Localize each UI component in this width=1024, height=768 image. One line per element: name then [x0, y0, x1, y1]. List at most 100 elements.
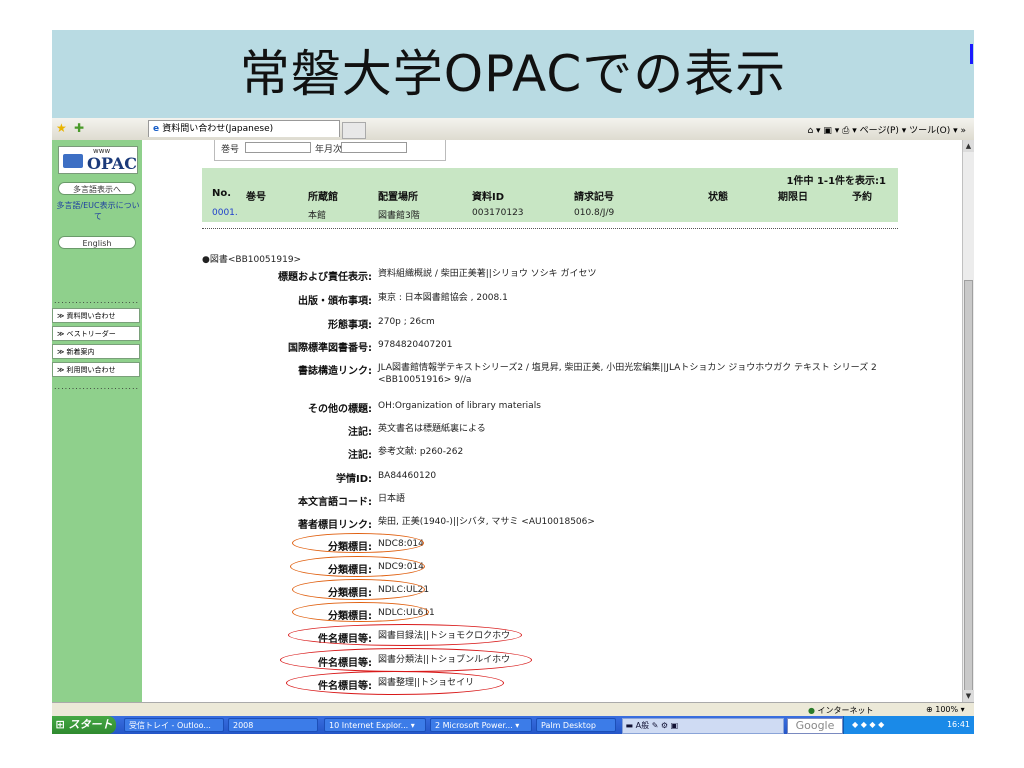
- home-icon[interactable]: ⌂: [807, 126, 813, 136]
- page-scrollbar[interactable]: ▲ ▼: [962, 140, 974, 720]
- annotation-oval-ndc9: [290, 556, 425, 577]
- bib-field-link[interactable]: JLA図書館情報学テキストシリーズ2 / 塩見昇, 柴田正美, 小田光宏編集||…: [378, 362, 878, 386]
- zoom-label[interactable]: 100%: [935, 705, 958, 714]
- feeds-icon[interactable]: ▣: [823, 126, 832, 136]
- volume-input[interactable]: [245, 142, 311, 153]
- print-icon[interactable]: ⎙: [842, 126, 849, 136]
- bib-field-link[interactable]: NDLC:UL21: [378, 584, 878, 596]
- result-count: 1件中 1-1件を表示:1: [786, 176, 886, 187]
- bib-field-row: 形態事項: 270p ; 26cm: [202, 316, 902, 336]
- bib-field-row: 国際標準図書番号: 9784820407201: [202, 339, 902, 359]
- slide-accent-mark: [970, 44, 973, 64]
- bib-field-row: その他の標題: OH:Organization of library materi…: [202, 400, 902, 420]
- ime-tools-icon[interactable]: ✎ ⚙ ▣: [652, 721, 679, 730]
- task-internet-explorer[interactable]: 10 Internet Explor... ▾: [324, 718, 426, 732]
- browser-toolbar: ★ ✚ e 資料問い合わせ(Japanese) ⌂ ▾ ▣ ▾ ⎙ ▾ ページ(…: [52, 118, 974, 141]
- annotation-oval-subject-1: [288, 624, 522, 646]
- zoom-icon: ⊕: [926, 705, 933, 714]
- nav-item-user-inquiry[interactable]: ≫ 利用問い合わせ: [52, 362, 140, 377]
- logo-text: OPAC: [87, 154, 137, 173]
- header-id: 資料ID: [472, 192, 505, 203]
- browser-tab-title: 資料問い合わせ(Japanese): [162, 124, 274, 134]
- scroll-up-icon[interactable]: ▲: [963, 140, 974, 152]
- bib-field-link[interactable]: NDLC:UL611: [378, 607, 878, 619]
- bib-field-label: 出版・頒布事項:: [298, 296, 372, 307]
- bib-field-value: 9784820407201: [378, 340, 453, 350]
- header-status: 状態: [708, 192, 728, 203]
- bib-field-value: 英文書名は標題紙裏による: [378, 424, 486, 434]
- bib-field-row: 本文言語コード: 日本語: [202, 493, 902, 513]
- windows-taskbar: ⊞ スタート 受信トレイ - Outloo... 2008 10 Interne…: [52, 716, 974, 734]
- browser-tab[interactable]: e 資料問い合わせ(Japanese): [148, 120, 340, 137]
- header-call-number: 請求記号: [574, 192, 614, 203]
- zoom-level[interactable]: ⊕ 100% ▾: [926, 705, 965, 714]
- bib-field-label: その他の標題:: [308, 404, 372, 415]
- holding-library: 本館: [308, 211, 327, 221]
- toolbar-right-label[interactable]: ページ(P) ▾ ツール(O) ▾ »: [860, 126, 966, 136]
- internet-zone: ● インターネット: [808, 705, 874, 716]
- bib-field-label: 注記:: [348, 450, 372, 461]
- bib-field-label: 標題および責任表示:: [278, 272, 372, 283]
- bib-field-label: 注記:: [348, 427, 372, 438]
- bib-field-link[interactable]: NDC8:014: [378, 538, 878, 550]
- google-search-box[interactable]: Google: [787, 718, 843, 734]
- bib-field-row: 注記: 参考文献: p260-262: [202, 446, 902, 466]
- english-button[interactable]: English: [58, 236, 136, 249]
- browser-page: www OPAC 多言語表示へ 多言語/EUC表示について English ..…: [52, 140, 974, 702]
- euc-info-link[interactable]: 多言語/EUC表示について: [56, 200, 140, 222]
- scroll-down-icon[interactable]: ▼: [963, 690, 974, 702]
- bib-field-row: 出版・頒布事項: 東京 : 日本図書館協会 , 2008.1: [202, 292, 902, 312]
- tray-icons[interactable]: ◆ ◆ ◆ ◆: [852, 720, 884, 729]
- volume-label: 巻号: [221, 145, 240, 155]
- date-label: 年月次: [315, 145, 343, 155]
- language-bar[interactable]: ▬ A般 ✎ ⚙ ▣: [622, 718, 784, 734]
- bib-field-row: 標題および責任表示: 資料組織概説 / 柴田正美著||シリョウ ソシキ ガイセツ: [202, 268, 902, 288]
- favorites-star-icon[interactable]: ★: [56, 121, 67, 135]
- opac-logo[interactable]: www OPAC: [58, 146, 138, 174]
- scroll-thumb[interactable]: [964, 280, 973, 720]
- bib-field-label: 国際標準図書番号:: [288, 343, 372, 354]
- nav-item-new-arrivals[interactable]: ≫ 新着案内: [52, 344, 140, 359]
- annotation-oval-ul21: [292, 579, 425, 600]
- start-label[interactable]: スタート: [69, 718, 113, 731]
- toolbar-commands[interactable]: ⌂ ▾ ▣ ▾ ⎙ ▾ ページ(P) ▾ ツール(O) ▾ »: [807, 123, 966, 136]
- section-divider: [202, 228, 898, 229]
- bib-field-value: 参考文献: p260-262: [378, 447, 464, 457]
- header-library: 所蔵館: [308, 192, 338, 203]
- annotation-oval-subject-3: [286, 671, 504, 695]
- zone-label: インターネット: [817, 706, 874, 715]
- nav-item-bestreader[interactable]: ≫ ベストリーダー: [52, 326, 140, 341]
- task-powerpoint[interactable]: 2 Microsoft Power... ▾: [430, 718, 532, 732]
- bib-field-label: 本文言語コード:: [298, 497, 372, 508]
- annotation-oval-ndc8: [292, 533, 424, 553]
- ime-mode[interactable]: A般: [636, 721, 649, 730]
- task-folder-2008[interactable]: 2008: [228, 718, 318, 732]
- bib-field-row: 著者標目リンク: 柴田, 正美(1940-)||シバタ, マサミ <AU10018…: [202, 516, 902, 536]
- ie-logo-icon: e: [153, 124, 163, 134]
- bib-field-label: 書誌構造リンク:: [298, 366, 372, 377]
- bib-field-label: 学情ID:: [335, 474, 372, 485]
- bib-field-value: BA84460120: [378, 471, 437, 481]
- clock[interactable]: 16:41: [947, 720, 970, 729]
- date-input[interactable]: [341, 142, 407, 153]
- main-content: 巻号 年月次 1件中 1-1件を表示:1 No. 巻号 所蔵館 配置場所 資料I…: [142, 140, 964, 702]
- status-bar: ● インターネット ⊕ 100% ▾: [52, 702, 974, 717]
- task-palm-desktop[interactable]: Palm Desktop: [536, 718, 616, 732]
- bib-field-link[interactable]: 柴田, 正美(1940-)||シバタ, マサミ <AU10018506>: [378, 516, 878, 528]
- bib-field-link[interactable]: NDC9:014: [378, 561, 878, 573]
- search-box: 巻号 年月次: [214, 140, 446, 161]
- holding-location: 図書館3階: [378, 211, 420, 221]
- bib-field-row: 注記: 英文書名は標題紙裏による: [202, 423, 902, 443]
- bib-field-label: 形態事項:: [328, 320, 372, 331]
- add-favorites-icon[interactable]: ✚: [74, 121, 84, 135]
- nav-item-inquiry[interactable]: ≫ 資料問い合わせ: [52, 308, 140, 323]
- holding-no-link[interactable]: 0001.: [212, 208, 238, 218]
- multilang-button[interactable]: 多言語表示へ: [58, 182, 136, 195]
- new-tab-button[interactable]: [342, 122, 366, 139]
- start-button[interactable]: ⊞ スタート: [52, 716, 116, 734]
- globe-icon: ●: [808, 706, 815, 715]
- ime-icon[interactable]: ▬: [626, 721, 634, 730]
- annotation-oval-ul611: [292, 602, 429, 622]
- bib-field-value: 日本語: [378, 494, 406, 504]
- task-outlook[interactable]: 受信トレイ - Outloo...: [124, 718, 224, 732]
